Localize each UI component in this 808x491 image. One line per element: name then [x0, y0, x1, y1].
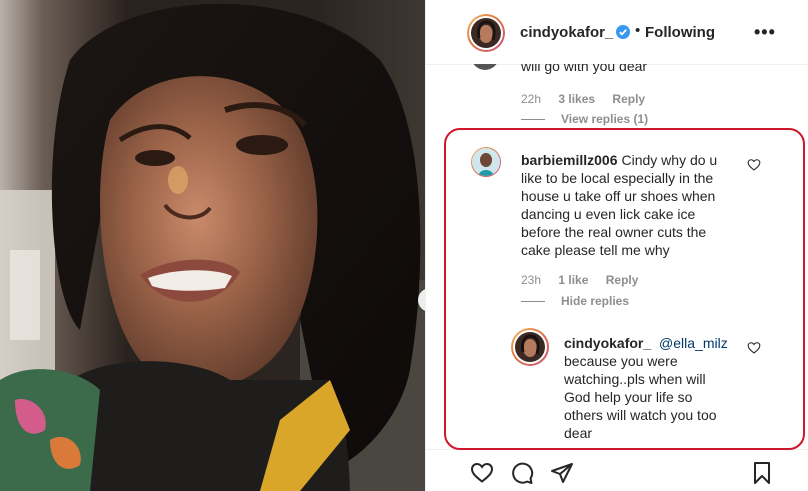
reply-button[interactable]: Reply — [606, 273, 639, 287]
comment-likes-link[interactable]: 1 like — [558, 273, 588, 287]
comment-line: Cindy why do u — [621, 152, 718, 168]
reply-button[interactable]: Reply — [612, 92, 645, 106]
reply-line: watching..pls when will — [564, 371, 706, 387]
comment-line: like to be local especially in the — [521, 170, 714, 186]
comment-line: house u take off ur shoes when — [521, 188, 716, 204]
comment-author[interactable]: barbiemillz006 — [521, 152, 618, 168]
comment-meta: 23h 1 like Reply — [521, 273, 652, 287]
comment-time: 23h — [521, 273, 542, 287]
comment-text: will go with you dear — [521, 64, 648, 74]
post-actions-bar — [426, 449, 808, 491]
comments-panel: cindyokafor_ • Following ••• will go wit… — [425, 0, 808, 491]
reply-author[interactable]: cindyokafor_ — [564, 335, 651, 351]
comment-time: 22h — [521, 92, 542, 106]
selfie-image — [0, 0, 425, 491]
following-button[interactable]: Following — [645, 24, 715, 41]
avatar[interactable] — [471, 64, 499, 70]
reply-line: dear — [564, 425, 593, 441]
avatar[interactable] — [467, 14, 505, 52]
profile-photo-icon — [472, 148, 500, 176]
comment-line: cake please tell me why — [521, 242, 670, 258]
heart-icon[interactable] — [747, 341, 761, 355]
hide-replies-button[interactable]: Hide replies — [521, 294, 629, 308]
paper-plane-icon[interactable] — [550, 461, 574, 485]
profile-photo-icon — [471, 18, 501, 48]
reply-line: others will watch you too — [564, 407, 717, 423]
mention-link[interactable]: @ella_milz — [659, 335, 728, 351]
comment-line: before the real owner cuts the — [521, 224, 707, 240]
reply-line: God help your life so — [564, 389, 693, 405]
verified-badge-icon — [616, 25, 630, 39]
view-replies-label: View replies (1) — [561, 112, 649, 126]
comment-line: dancing u even lick cake ice — [521, 206, 696, 222]
more-options-icon[interactable]: ••• — [754, 22, 776, 43]
comment-icon[interactable] — [510, 461, 534, 485]
comment-likes-link[interactable]: 3 likes — [558, 92, 595, 106]
post-author-username[interactable]: cindyokafor_ — [520, 24, 613, 41]
reply-line: because you were — [564, 353, 678, 369]
post-header: cindyokafor_ • Following ••• — [426, 0, 808, 65]
avatar[interactable] — [471, 147, 501, 177]
heart-icon[interactable] — [470, 461, 494, 485]
bookmark-icon[interactable] — [750, 461, 774, 485]
separator-dot: • — [635, 22, 641, 39]
previous-comment: will go with you dear 22h 3 likes Reply … — [426, 64, 808, 136]
view-replies-button[interactable]: View replies (1) — [521, 112, 648, 126]
comment-meta: 22h 3 likes Reply — [521, 92, 659, 106]
profile-photo-icon — [515, 332, 545, 362]
avatar[interactable] — [511, 328, 549, 366]
instagram-post-view: cindyokafor_ • Following ••• will go wit… — [0, 0, 808, 491]
divider — [521, 118, 545, 120]
heart-icon[interactable] — [747, 158, 761, 172]
hide-replies-label: Hide replies — [561, 294, 630, 308]
comment-body: barbiemillz006 Cindy why do u like to be … — [521, 151, 761, 259]
divider — [521, 300, 545, 302]
post-photo[interactable] — [0, 0, 425, 491]
reply-body: cindyokafor_ @ella_milz because you were… — [564, 334, 764, 442]
